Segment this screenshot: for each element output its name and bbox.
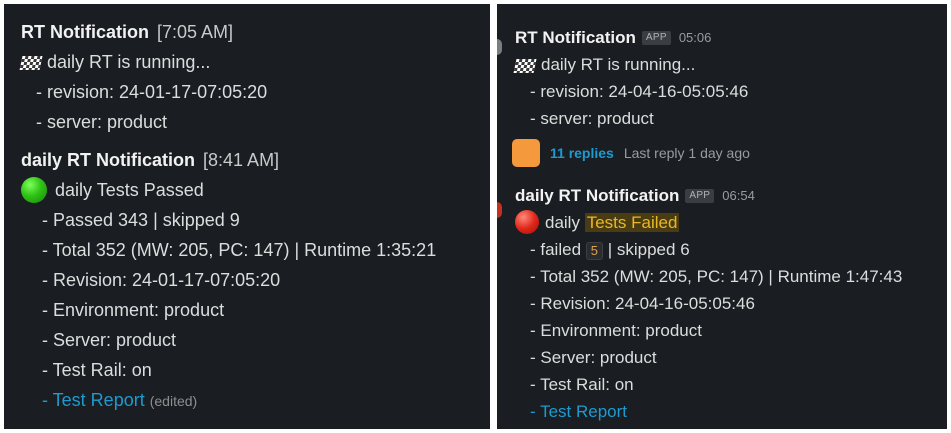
avatar[interactable] — [497, 39, 502, 55]
detail-test-rail: - Test Rail: on — [42, 360, 152, 380]
status-text: daily Tests Passed — [55, 180, 204, 200]
right-conversation-panel: RT Notification APP 05:06 daily RT is ru… — [497, 4, 947, 429]
last-reply-text: Last reply 1 day ago — [623, 145, 750, 161]
timestamp[interactable]: [8:41 AM] — [203, 145, 279, 175]
status-line: daily RT is running... — [19, 47, 490, 77]
avatar[interactable] — [497, 202, 502, 218]
detail-revision: - Revision: 24-04-16-05:05:46 — [530, 294, 755, 313]
status-text: daily RT is running... — [47, 52, 211, 72]
detail-revision: - Revision: 24-01-17-07:05:20 — [42, 270, 281, 290]
message-tests-failed: daily RT Notification APP 06:54 daily Te… — [515, 182, 947, 425]
message-header: RT Notification [7:05 AM] — [21, 17, 490, 47]
report-line: - Test Report (edited) — [21, 385, 490, 415]
report-line: - Test Report — [515, 398, 947, 425]
sender-name[interactable]: daily RT Notification — [515, 182, 679, 209]
thread-summary[interactable]: 11 replies Last reply 1 day ago — [497, 136, 947, 170]
message-tests-passed: daily RT Notification [8:41 AM] daily Te… — [21, 145, 490, 415]
detail-server: - server: product — [530, 109, 654, 128]
app-badge: APP — [685, 188, 715, 203]
detail-revision: - revision: 24-01-17-07:05:20 — [36, 82, 268, 102]
failed-suffix: | skipped 6 — [607, 240, 690, 259]
failed-count: 5 — [585, 241, 603, 260]
failed-prefix: - failed — [530, 240, 582, 259]
detail-server: - Server: product — [530, 348, 657, 367]
red-circle-icon — [515, 210, 539, 235]
app-badge: APP — [641, 30, 671, 45]
checkered-flag-icon — [513, 58, 537, 73]
status-line: daily Tests Failed — [515, 209, 947, 236]
detail-test-rail: - Test Rail: on — [530, 375, 634, 394]
message-header: daily RT Notification [8:41 AM] — [21, 145, 490, 175]
status-prefix: daily — [545, 213, 580, 232]
thread-participant-avatar — [512, 139, 540, 167]
timestamp[interactable]: [7:05 AM] — [157, 17, 233, 47]
test-report-link[interactable]: Test Report — [540, 402, 627, 421]
sender-name[interactable]: RT Notification — [515, 24, 636, 51]
sender-name[interactable]: RT Notification — [21, 17, 149, 47]
status-text: daily RT is running... — [541, 55, 696, 74]
timestamp[interactable]: 06:54 — [722, 182, 755, 209]
status-line: daily RT is running... — [513, 51, 947, 78]
test-report-link[interactable]: Test Report — [53, 390, 145, 410]
detail-passed: - Passed 343 | skipped 9 — [42, 210, 240, 230]
message-rt-running: RT Notification APP 05:06 daily RT is ru… — [512, 24, 947, 170]
report-prefix: - — [530, 402, 541, 421]
detail-revision: - revision: 24-04-16-05:05:46 — [530, 82, 749, 101]
message-rt-running: RT Notification [7:05 AM] daily RT is ru… — [19, 17, 490, 137]
timestamp[interactable]: 05:06 — [679, 24, 712, 51]
left-conversation-panel: RT Notification [7:05 AM] daily RT is ru… — [4, 4, 490, 429]
tests-failed-highlight: Tests Failed — [584, 213, 680, 232]
detail-environment: - Environment: product — [42, 300, 225, 320]
replies-link[interactable]: 11 replies — [550, 145, 614, 161]
detail-total: - Total 352 (MW: 205, PC: 147) | Runtime… — [530, 267, 903, 286]
detail-total: - Total 352 (MW: 205, PC: 147) | Runtime… — [42, 240, 437, 260]
detail-server: - Server: product — [42, 330, 177, 350]
detail-failed: - failed 5 | skipped 6 — [515, 236, 947, 263]
message-header: daily RT Notification APP 06:54 — [515, 182, 947, 209]
green-circle-icon — [21, 176, 47, 203]
detail-environment: - Environment: product — [530, 321, 702, 340]
status-line: daily Tests Passed — [21, 175, 490, 205]
checkered-flag-icon — [19, 56, 43, 71]
sender-name[interactable]: daily RT Notification — [21, 145, 195, 175]
report-prefix: - — [42, 390, 53, 410]
edited-label: (edited) — [149, 393, 198, 409]
message-header: RT Notification APP 05:06 — [515, 24, 947, 51]
detail-server: - server: product — [36, 112, 168, 132]
